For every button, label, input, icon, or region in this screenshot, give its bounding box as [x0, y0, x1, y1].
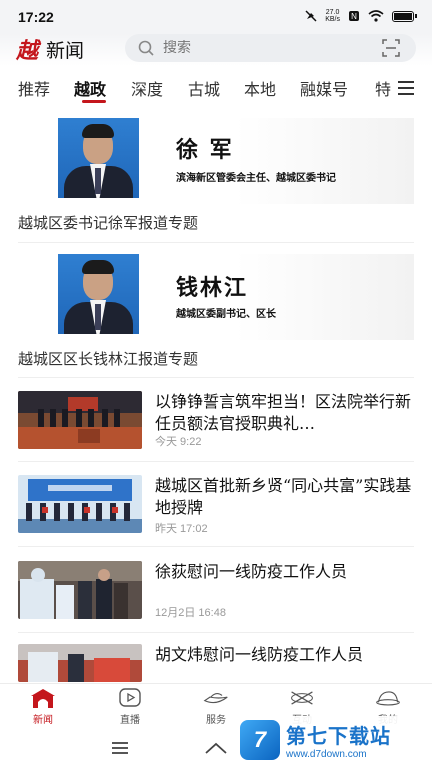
search-icon [138, 40, 154, 56]
active-tab-indicator [82, 100, 106, 103]
feature-title: 越城区区长钱林江报道专题 [18, 350, 199, 368]
logo-text: 新闻 [46, 39, 85, 62]
nav-news[interactable]: 新闻 [13, 687, 73, 726]
news-time: 昨天 17:02 [155, 523, 208, 535]
banner-name: 钱林江 [176, 276, 249, 301]
svg-text:N: N [351, 12, 357, 21]
nav-label: 新闻 [33, 715, 53, 726]
search-bar[interactable] [125, 34, 416, 62]
banner-name: 徐 军 [176, 138, 234, 163]
news-item[interactable]: 以铮铮誓言筑牢担当！区法院举行新任员额法官授职典礼… 今天 9:22 [18, 391, 414, 477]
channel-tabs: 推荐 越政 深度 古城 本地 融媒号 特 [0, 70, 432, 106]
site-watermark: 7 第七下载站 www.d7down.com [236, 716, 428, 764]
feature-card[interactable]: 徐 军 滨海新区管委会主任、越城区委书记 越城区委书记徐军报道专题 [18, 118, 414, 233]
nfc-icon: N [349, 11, 359, 21]
home-icon[interactable] [204, 739, 228, 757]
logo-mark: 越 [16, 38, 39, 64]
news-time: 今天 9:22 [155, 436, 202, 448]
status-icons: 27.0 KB/s N [305, 9, 417, 23]
news-title: 越城区首批新乡贤“同心共富”实践基地授牌 [155, 476, 412, 517]
news-title: 徐荻慰问一线防疫工作人员 [155, 562, 348, 581]
network-speed: 27.0 KB/s [325, 9, 340, 23]
news-item[interactable]: 徐荻慰问一线防疫工作人员 12月2日 16:48 [18, 561, 414, 647]
feature-card[interactable]: 钱林江 越城区委副书记、区长 越城区区长钱林江报道专题 [18, 254, 414, 369]
hat-icon [376, 691, 400, 706]
banner-role: 越城区委副书记、区长 [176, 309, 276, 320]
tab-ancient-city[interactable]: 古城 [188, 76, 220, 100]
banner-role: 滨海新区管委会主任、越城区委书记 [176, 173, 336, 184]
oars-icon [291, 691, 313, 705]
status-bar: 17:22 27.0 KB/s N [0, 0, 432, 34]
tab-depth[interactable]: 深度 [131, 76, 163, 100]
news-item[interactable]: 越城区首批新乡贤“同心共富”实践基地授牌 昨天 17:02 [18, 475, 414, 561]
news-time: 12月2日 16:48 [155, 607, 226, 619]
portrait-image [58, 254, 139, 334]
battery-icon [392, 10, 417, 22]
news-title: 胡文炜慰问一线防疫工作人员 [155, 645, 364, 664]
news-thumbnail [18, 644, 142, 682]
divider [18, 242, 414, 243]
mute-icon [305, 10, 317, 22]
news-thumbnail [18, 475, 142, 533]
tab-local[interactable]: 本地 [244, 76, 276, 100]
app-header: 越 新闻 [0, 34, 432, 66]
feature-title: 越城区委书记徐军报道专题 [18, 214, 199, 232]
feature-banner: 徐 军 滨海新区管委会主任、越城区委书记 [18, 118, 414, 204]
menu-icon[interactable] [396, 80, 416, 96]
portrait-image [58, 118, 139, 198]
watermark-logo: 7 [240, 720, 280, 760]
divider [18, 632, 414, 633]
net-speed-value: 27.0 [325, 9, 340, 16]
recent-apps-icon[interactable] [110, 739, 130, 757]
boat-icon [203, 693, 228, 704]
divider [18, 461, 414, 462]
tab-special[interactable]: 特 [375, 76, 391, 100]
gate-icon [31, 689, 55, 708]
tab-recommend[interactable]: 推荐 [18, 76, 50, 100]
search-input[interactable] [163, 40, 373, 56]
feature-banner: 钱林江 越城区委副书记、区长 [18, 254, 414, 340]
status-time: 17:22 [18, 9, 54, 25]
tab-media[interactable]: 融媒号 [300, 76, 348, 100]
divider [18, 546, 414, 547]
watermark-url: www.d7down.com [286, 749, 367, 760]
news-title: 以铮铮誓言筑牢担当！区法院举行新任员额法官授职典礼… [155, 392, 412, 433]
live-icon [119, 688, 141, 707]
news-item[interactable]: 胡文炜慰问一线防疫工作人员 [18, 644, 414, 682]
nav-live[interactable]: 直播 [100, 687, 160, 726]
nav-label: 直播 [120, 715, 140, 726]
app-logo: 越 新闻 [16, 34, 84, 64]
wifi-icon [368, 10, 384, 22]
net-speed-unit: KB/s [325, 16, 340, 23]
watermark-name: 第七下载站 [286, 724, 391, 748]
tab-yuezheng[interactable]: 越政 [74, 76, 106, 100]
news-thumbnail [18, 391, 142, 449]
scan-icon[interactable] [382, 39, 400, 57]
divider [18, 377, 414, 378]
news-thumbnail [18, 561, 142, 619]
